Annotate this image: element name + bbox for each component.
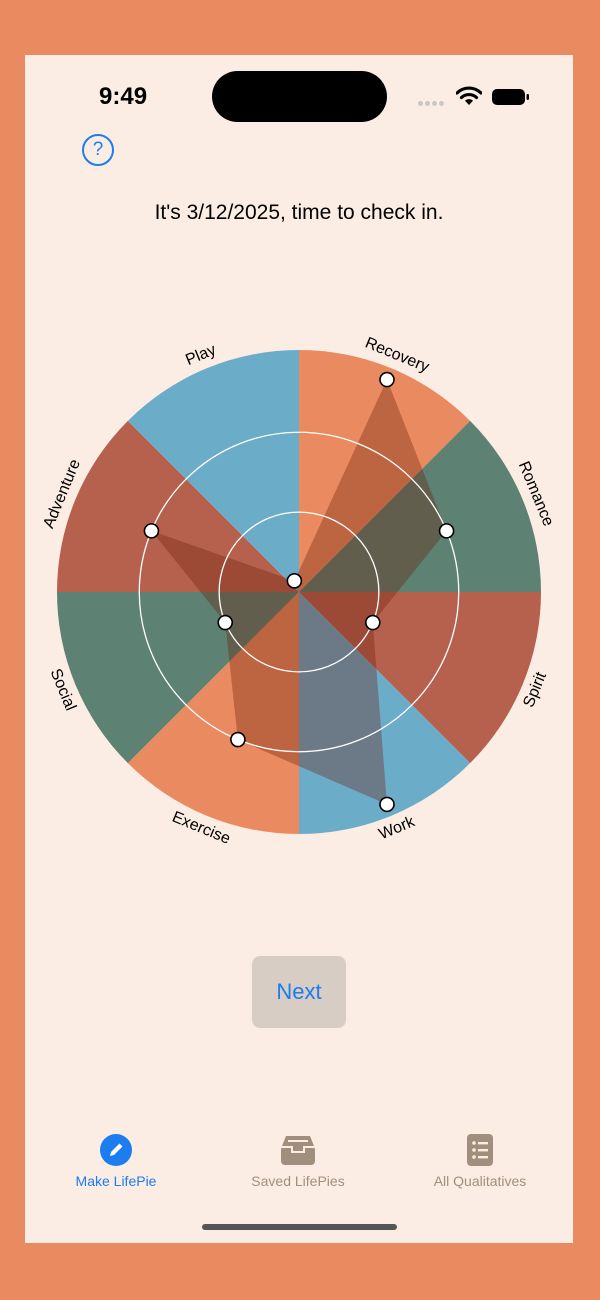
score-handle-exercise[interactable] <box>230 731 246 748</box>
list-doc-icon <box>467 1134 493 1166</box>
status-time: 9:49 <box>99 83 148 110</box>
next-button[interactable]: Next <box>252 956 346 1028</box>
score-handle-recovery[interactable] <box>379 371 395 388</box>
status-bar: 9:49 <box>25 55 573 135</box>
dynamic-island <box>212 71 387 122</box>
lifepie-chart[interactable]: RecoveryRomanceSpiritWorkExerciseSocialA… <box>25 310 573 910</box>
home-indicator <box>202 1224 397 1230</box>
score-handle-romance[interactable] <box>438 523 455 539</box>
pencil-circle-icon <box>100 1134 132 1166</box>
score-handle-play[interactable] <box>286 573 303 589</box>
tab-label: Saved LifePies <box>251 1173 345 1189</box>
category-label: Play <box>183 341 218 369</box>
tab-bar: Make LifePie Saved LifePies All Qualitat… <box>25 1133 573 1203</box>
score-handle-adventure[interactable] <box>143 523 160 539</box>
score-handle-work[interactable] <box>379 796 395 813</box>
score-handle-social[interactable] <box>217 614 234 631</box>
help-button[interactable]: ? <box>82 134 114 166</box>
tab-label: Make LifePie <box>75 1173 157 1189</box>
tray-icon <box>281 1136 315 1165</box>
checkin-prompt: It's 3/12/2025, time to check in. <box>154 201 444 224</box>
battery-icon <box>492 89 529 105</box>
app-screen: 9:49 ? It's 3/12/2025, time to check in.… <box>25 55 573 1243</box>
tab-label: All Qualitatives <box>433 1173 527 1189</box>
cellular-signal-icon <box>418 93 446 111</box>
tab-saved-lifepies[interactable]: Saved LifePies <box>207 1133 389 1189</box>
tab-all-qualitatives[interactable]: All Qualitatives <box>389 1133 571 1189</box>
tab-make-lifepie[interactable]: Make LifePie <box>25 1133 207 1189</box>
score-handle-spirit[interactable] <box>364 614 381 631</box>
wifi-icon <box>456 86 482 105</box>
